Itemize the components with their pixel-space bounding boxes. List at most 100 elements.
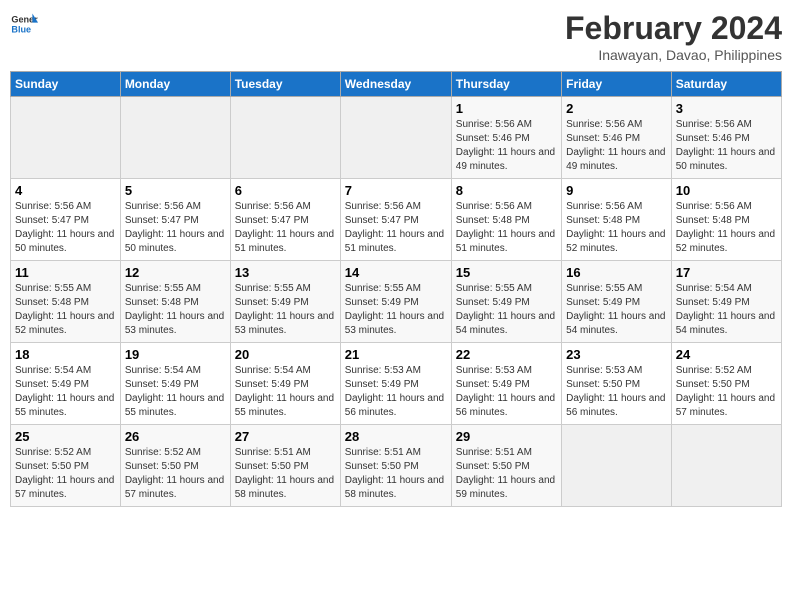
calendar-cell: 16 Sunrise: 5:55 AMSunset: 5:49 PMDaylig… xyxy=(562,261,672,343)
calendar-week-row: 4 Sunrise: 5:56 AMSunset: 5:47 PMDayligh… xyxy=(11,179,782,261)
calendar-cell: 8 Sunrise: 5:56 AMSunset: 5:48 PMDayligh… xyxy=(451,179,561,261)
day-info: Sunrise: 5:55 AMSunset: 5:49 PMDaylight:… xyxy=(345,283,444,336)
weekday-header: Sunday xyxy=(11,72,121,97)
day-info: Sunrise: 5:56 AMSunset: 5:46 PMDaylight:… xyxy=(456,119,555,172)
calendar-cell: 5 Sunrise: 5:56 AMSunset: 5:47 PMDayligh… xyxy=(120,179,230,261)
calendar-cell: 27 Sunrise: 5:51 AMSunset: 5:50 PMDaylig… xyxy=(230,425,340,507)
day-number: 24 xyxy=(676,347,777,362)
day-info: Sunrise: 5:56 AMSunset: 5:47 PMDaylight:… xyxy=(125,201,224,254)
calendar-cell: 10 Sunrise: 5:56 AMSunset: 5:48 PMDaylig… xyxy=(671,179,781,261)
day-number: 20 xyxy=(235,347,336,362)
day-number: 28 xyxy=(345,429,447,444)
page-title: February 2024 xyxy=(565,10,782,47)
calendar-cell xyxy=(671,425,781,507)
calendar-table: SundayMondayTuesdayWednesdayThursdayFrid… xyxy=(10,71,782,507)
weekday-header-row: SundayMondayTuesdayWednesdayThursdayFrid… xyxy=(11,72,782,97)
page-subtitle: Inawayan, Davao, Philippines xyxy=(565,47,782,63)
calendar-cell xyxy=(340,97,451,179)
day-info: Sunrise: 5:56 AMSunset: 5:47 PMDaylight:… xyxy=(15,201,114,254)
day-info: Sunrise: 5:55 AMSunset: 5:48 PMDaylight:… xyxy=(15,283,114,336)
day-number: 9 xyxy=(566,183,667,198)
calendar-cell: 19 Sunrise: 5:54 AMSunset: 5:49 PMDaylig… xyxy=(120,343,230,425)
title-area: February 2024 Inawayan, Davao, Philippin… xyxy=(565,10,782,63)
day-info: Sunrise: 5:55 AMSunset: 5:48 PMDaylight:… xyxy=(125,283,224,336)
calendar-cell xyxy=(11,97,121,179)
calendar-cell xyxy=(562,425,672,507)
logo: General Blue xyxy=(10,10,38,38)
calendar-cell: 11 Sunrise: 5:55 AMSunset: 5:48 PMDaylig… xyxy=(11,261,121,343)
day-number: 5 xyxy=(125,183,226,198)
calendar-cell: 17 Sunrise: 5:54 AMSunset: 5:49 PMDaylig… xyxy=(671,261,781,343)
day-number: 22 xyxy=(456,347,557,362)
day-info: Sunrise: 5:54 AMSunset: 5:49 PMDaylight:… xyxy=(676,283,775,336)
day-number: 17 xyxy=(676,265,777,280)
calendar-cell: 25 Sunrise: 5:52 AMSunset: 5:50 PMDaylig… xyxy=(11,425,121,507)
calendar-cell: 2 Sunrise: 5:56 AMSunset: 5:46 PMDayligh… xyxy=(562,97,672,179)
day-number: 26 xyxy=(125,429,226,444)
day-info: Sunrise: 5:51 AMSunset: 5:50 PMDaylight:… xyxy=(456,447,555,500)
day-number: 25 xyxy=(15,429,116,444)
day-number: 21 xyxy=(345,347,447,362)
day-info: Sunrise: 5:51 AMSunset: 5:50 PMDaylight:… xyxy=(235,447,334,500)
calendar-week-row: 25 Sunrise: 5:52 AMSunset: 5:50 PMDaylig… xyxy=(11,425,782,507)
day-number: 23 xyxy=(566,347,667,362)
day-number: 8 xyxy=(456,183,557,198)
calendar-cell: 20 Sunrise: 5:54 AMSunset: 5:49 PMDaylig… xyxy=(230,343,340,425)
calendar-week-row: 11 Sunrise: 5:55 AMSunset: 5:48 PMDaylig… xyxy=(11,261,782,343)
calendar-cell: 4 Sunrise: 5:56 AMSunset: 5:47 PMDayligh… xyxy=(11,179,121,261)
day-number: 29 xyxy=(456,429,557,444)
calendar-cell: 24 Sunrise: 5:52 AMSunset: 5:50 PMDaylig… xyxy=(671,343,781,425)
day-number: 13 xyxy=(235,265,336,280)
day-info: Sunrise: 5:56 AMSunset: 5:47 PMDaylight:… xyxy=(235,201,334,254)
day-number: 1 xyxy=(456,101,557,116)
day-info: Sunrise: 5:56 AMSunset: 5:46 PMDaylight:… xyxy=(566,119,665,172)
day-info: Sunrise: 5:56 AMSunset: 5:48 PMDaylight:… xyxy=(566,201,665,254)
weekday-header: Friday xyxy=(562,72,672,97)
day-info: Sunrise: 5:52 AMSunset: 5:50 PMDaylight:… xyxy=(676,365,775,418)
day-info: Sunrise: 5:54 AMSunset: 5:49 PMDaylight:… xyxy=(235,365,334,418)
day-info: Sunrise: 5:55 AMSunset: 5:49 PMDaylight:… xyxy=(456,283,555,336)
day-number: 16 xyxy=(566,265,667,280)
day-info: Sunrise: 5:56 AMSunset: 5:48 PMDaylight:… xyxy=(676,201,775,254)
logo-icon: General Blue xyxy=(10,10,38,38)
day-info: Sunrise: 5:51 AMSunset: 5:50 PMDaylight:… xyxy=(345,447,444,500)
day-info: Sunrise: 5:56 AMSunset: 5:46 PMDaylight:… xyxy=(676,119,775,172)
calendar-cell: 1 Sunrise: 5:56 AMSunset: 5:46 PMDayligh… xyxy=(451,97,561,179)
day-number: 11 xyxy=(15,265,116,280)
day-info: Sunrise: 5:56 AMSunset: 5:47 PMDaylight:… xyxy=(345,201,444,254)
header: General Blue February 2024 Inawayan, Dav… xyxy=(10,10,782,63)
weekday-header: Monday xyxy=(120,72,230,97)
day-number: 10 xyxy=(676,183,777,198)
calendar-cell: 18 Sunrise: 5:54 AMSunset: 5:49 PMDaylig… xyxy=(11,343,121,425)
calendar-cell: 22 Sunrise: 5:53 AMSunset: 5:49 PMDaylig… xyxy=(451,343,561,425)
day-info: Sunrise: 5:53 AMSunset: 5:49 PMDaylight:… xyxy=(345,365,444,418)
day-number: 4 xyxy=(15,183,116,198)
calendar-week-row: 1 Sunrise: 5:56 AMSunset: 5:46 PMDayligh… xyxy=(11,97,782,179)
calendar-cell xyxy=(230,97,340,179)
calendar-cell: 13 Sunrise: 5:55 AMSunset: 5:49 PMDaylig… xyxy=(230,261,340,343)
day-number: 27 xyxy=(235,429,336,444)
weekday-header: Tuesday xyxy=(230,72,340,97)
day-number: 14 xyxy=(345,265,447,280)
day-number: 6 xyxy=(235,183,336,198)
day-info: Sunrise: 5:56 AMSunset: 5:48 PMDaylight:… xyxy=(456,201,555,254)
day-info: Sunrise: 5:52 AMSunset: 5:50 PMDaylight:… xyxy=(15,447,114,500)
day-info: Sunrise: 5:53 AMSunset: 5:50 PMDaylight:… xyxy=(566,365,665,418)
day-info: Sunrise: 5:53 AMSunset: 5:49 PMDaylight:… xyxy=(456,365,555,418)
calendar-cell: 15 Sunrise: 5:55 AMSunset: 5:49 PMDaylig… xyxy=(451,261,561,343)
weekday-header: Wednesday xyxy=(340,72,451,97)
calendar-cell xyxy=(120,97,230,179)
day-info: Sunrise: 5:55 AMSunset: 5:49 PMDaylight:… xyxy=(566,283,665,336)
day-number: 7 xyxy=(345,183,447,198)
calendar-cell: 7 Sunrise: 5:56 AMSunset: 5:47 PMDayligh… xyxy=(340,179,451,261)
day-info: Sunrise: 5:52 AMSunset: 5:50 PMDaylight:… xyxy=(125,447,224,500)
day-info: Sunrise: 5:54 AMSunset: 5:49 PMDaylight:… xyxy=(125,365,224,418)
svg-text:Blue: Blue xyxy=(11,24,31,34)
day-number: 3 xyxy=(676,101,777,116)
day-info: Sunrise: 5:55 AMSunset: 5:49 PMDaylight:… xyxy=(235,283,334,336)
calendar-cell: 23 Sunrise: 5:53 AMSunset: 5:50 PMDaylig… xyxy=(562,343,672,425)
weekday-header: Thursday xyxy=(451,72,561,97)
day-number: 15 xyxy=(456,265,557,280)
weekday-header: Saturday xyxy=(671,72,781,97)
calendar-cell: 21 Sunrise: 5:53 AMSunset: 5:49 PMDaylig… xyxy=(340,343,451,425)
